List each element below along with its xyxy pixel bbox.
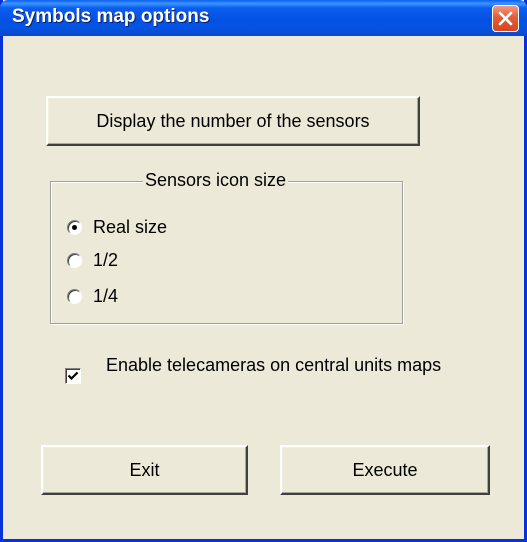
close-button[interactable] <box>492 5 519 32</box>
sensors-icon-size-title: Sensors icon size <box>143 170 289 191</box>
enable-telecameras-label: Enable telecameras on central units maps <box>106 355 442 375</box>
radio-real-size[interactable]: Real size <box>67 215 167 239</box>
execute-button[interactable]: Execute <box>280 445 490 495</box>
close-icon <box>498 11 513 26</box>
window-title: Symbols map options <box>12 6 210 27</box>
exit-button-label: Exit <box>129 459 160 480</box>
radio-half-size-label: 1/2 <box>93 249 119 270</box>
symbols-map-options-dialog: Symbols map options Display the number o… <box>0 0 527 542</box>
radio-quarter-size[interactable]: 1/4 <box>67 284 118 308</box>
radio-quarter-size-label: 1/4 <box>93 285 119 306</box>
sensors-icon-size-group: Sensors icon size Real size 1/2 1/4 <box>50 170 403 324</box>
radio-quarter-size-control[interactable] <box>67 288 82 304</box>
radio-half-size-control[interactable] <box>67 252 82 268</box>
title-bar[interactable]: Symbols map options <box>0 0 527 36</box>
radio-real-size-label: Real size <box>93 216 168 237</box>
exit-button[interactable]: Exit <box>41 445 248 495</box>
radio-real-size-control[interactable] <box>67 219 82 235</box>
checkmark-icon <box>67 371 79 381</box>
display-sensors-number-label: Display the number of the sensors <box>96 110 370 131</box>
display-sensors-number-button[interactable]: Display the number of the sensors <box>46 96 420 146</box>
radio-half-size[interactable]: 1/2 <box>67 248 118 272</box>
enable-telecameras-checkbox[interactable] <box>65 368 81 384</box>
execute-button-label: Execute <box>352 459 418 480</box>
